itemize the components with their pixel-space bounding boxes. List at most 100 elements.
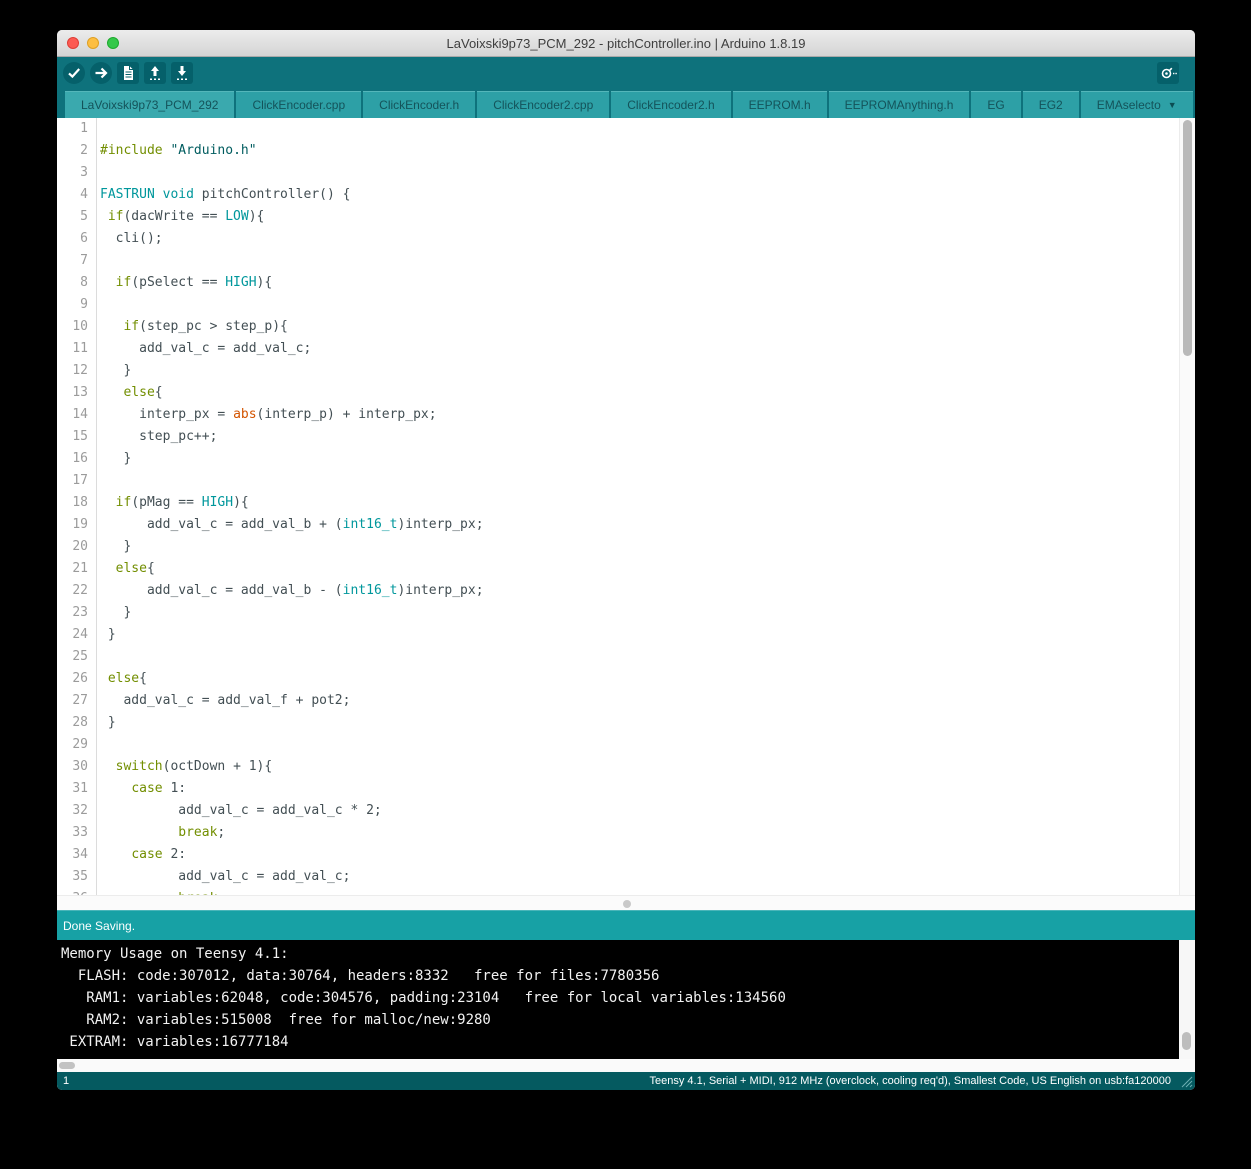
line-number: 24 (57, 624, 97, 646)
check-circle-icon (63, 61, 85, 84)
line-number: 27 (57, 690, 97, 712)
line-number: 5 (57, 206, 97, 228)
scrollbar-thumb[interactable] (59, 1062, 75, 1069)
code-text: if(pSelect == HIGH){ (115, 275, 273, 290)
code-text: } (100, 627, 116, 642)
code-text: step_pc++; (100, 429, 218, 444)
status-bar: Done Saving. (57, 910, 1195, 940)
code-text: } (100, 715, 116, 730)
code-line: 21 else{ (57, 558, 1179, 580)
line-number: 18 (57, 492, 97, 514)
line-number: 30 (57, 756, 97, 778)
line-number: 35 (57, 866, 97, 888)
arrow-down-tray-icon (171, 61, 193, 84)
code-line: 19 add_val_c = add_val_b + (int16_t)inte… (57, 514, 1179, 536)
tab-bar: LaVoixski9p73_PCM_292 ClickEncoder.cpp Cli… (57, 88, 1195, 118)
tab-LaVoixski9p73_PCM_292[interactable]: LaVoixski9p73_PCM_292 (65, 91, 235, 118)
code-text: #include "Arduino.h" (100, 143, 257, 158)
code-line: 6 cli(); (57, 228, 1179, 250)
serial-monitor-button[interactable] (1157, 61, 1179, 84)
tab-EEPROM.h[interactable]: EEPROM.h (732, 91, 827, 118)
tab-ClickEncoder2.h[interactable]: ClickEncoder2.h (611, 91, 731, 118)
line-number: 15 (57, 426, 97, 448)
scrollbar-thumb[interactable] (1183, 120, 1192, 356)
console-horizontal-scrollbar[interactable] (57, 1059, 1195, 1072)
line-number: 9 (57, 294, 97, 316)
line-number: 36 (57, 888, 97, 895)
tab-ClickEncoder.h[interactable]: ClickEncoder.h (363, 91, 476, 118)
code-text: add_val_c = add_val_b + (int16_t)interp_… (100, 517, 484, 532)
scrollbar-thumb[interactable] (1182, 1032, 1191, 1050)
scrollbar-thumb[interactable] (623, 900, 631, 908)
close-button[interactable] (67, 37, 79, 49)
code-line: 34 case 2: (57, 844, 1179, 866)
document-icon (117, 61, 139, 84)
new-sketch-button[interactable] (117, 61, 139, 84)
verify-button[interactable] (63, 61, 85, 84)
toolbar (57, 57, 1195, 88)
tab-label: ClickEncoder.h (379, 98, 460, 112)
code-line: 33 break; (57, 822, 1179, 844)
code-text: break; (178, 825, 226, 840)
line-number: 20 (57, 536, 97, 558)
code-line: 22 add_val_c = add_val_b - (int16_t)inte… (57, 580, 1179, 602)
code-line: 1 (57, 118, 1179, 140)
code-editor[interactable]: 1 2 #include "Arduino.h" 3 4 FASTRUN void pit… (57, 118, 1195, 895)
code-line: 7 (57, 250, 1179, 272)
magnifier-icon (1157, 61, 1179, 84)
code-line: 24 } (57, 624, 1179, 646)
code-line: 15 step_pc++; (57, 426, 1179, 448)
tab-ClickEncoder2.cpp[interactable]: ClickEncoder2.cpp (477, 91, 610, 118)
tab-EMAselecto[interactable]: EMAselecto ▼ (1080, 91, 1193, 118)
minimize-button[interactable] (87, 37, 99, 49)
toolbar-right (1157, 61, 1179, 84)
tab-EG2[interactable]: EG2 (1022, 91, 1079, 118)
line-number: 8 (57, 272, 97, 294)
line-number: 34 (57, 844, 97, 866)
code-line: 11 add_val_c = add_val_c; (57, 338, 1179, 360)
code-line: 5 if(dacWrite == LOW){ (57, 206, 1179, 228)
code-line: 8 if(pSelect == HIGH){ (57, 272, 1179, 294)
code-line: 20 } (57, 536, 1179, 558)
line-number: 11 (57, 338, 97, 360)
upload-button[interactable] (90, 61, 112, 84)
code-line: 31 case 1: (57, 778, 1179, 800)
window-title: LaVoixski9p73_PCM_292 - pitchController.… (446, 35, 806, 51)
code-text: add_val_c = add_val_c; (100, 341, 312, 356)
tab-ClickEncoder.cpp[interactable]: ClickEncoder.cpp (236, 91, 362, 118)
code-line: 2 #include "Arduino.h" (57, 140, 1179, 162)
code-line: 4 FASTRUN void pitchController() { (57, 184, 1179, 206)
save-button[interactable] (171, 61, 193, 84)
console-area: Memory Usage on Teensy 4.1: FLASH: code:… (57, 940, 1195, 1059)
editor-horizontal-scrollbar[interactable] (57, 895, 1195, 910)
line-number: 19 (57, 514, 97, 536)
code-line: 3 (57, 162, 1179, 184)
code-text: switch(octDown + 1){ (115, 759, 273, 774)
tab-EEPROMAnything.h[interactable]: EEPROMAnything.h (828, 91, 970, 118)
tab-EG[interactable]: EG (971, 91, 1021, 118)
open-button[interactable] (144, 61, 166, 84)
console-output: Memory Usage on Teensy 4.1: FLASH: code:… (57, 940, 1179, 1059)
chevron-down-icon[interactable]: ▼ (1168, 100, 1177, 110)
line-number: 29 (57, 734, 97, 756)
arrow-right-circle-icon (90, 61, 112, 84)
tab-label: EEPROM.h (748, 98, 811, 112)
resize-grip-icon[interactable] (1179, 1074, 1193, 1088)
code-text: add_val_c = add_val_c * 2; (100, 803, 382, 818)
code-text: case 1: (131, 781, 187, 796)
line-number: 32 (57, 800, 97, 822)
zoom-button[interactable] (107, 37, 119, 49)
code-line: 28 } (57, 712, 1179, 734)
code-text: cli(); (100, 231, 163, 246)
tab-label: EMAselecto (1096, 98, 1161, 112)
console-vertical-scrollbar[interactable] (1179, 940, 1195, 1059)
code-line: 13 else{ (57, 382, 1179, 404)
code-text: else{ (107, 671, 147, 686)
code-lines: 1 2 #include "Arduino.h" 3 4 FASTRUN void pit… (57, 118, 1179, 895)
console-line: EXTRAM: variables:16777184 (61, 1034, 289, 1050)
console-line: RAM2: variables:515008 free for malloc/n… (61, 1012, 491, 1028)
editor-vertical-scrollbar[interactable] (1179, 118, 1195, 895)
